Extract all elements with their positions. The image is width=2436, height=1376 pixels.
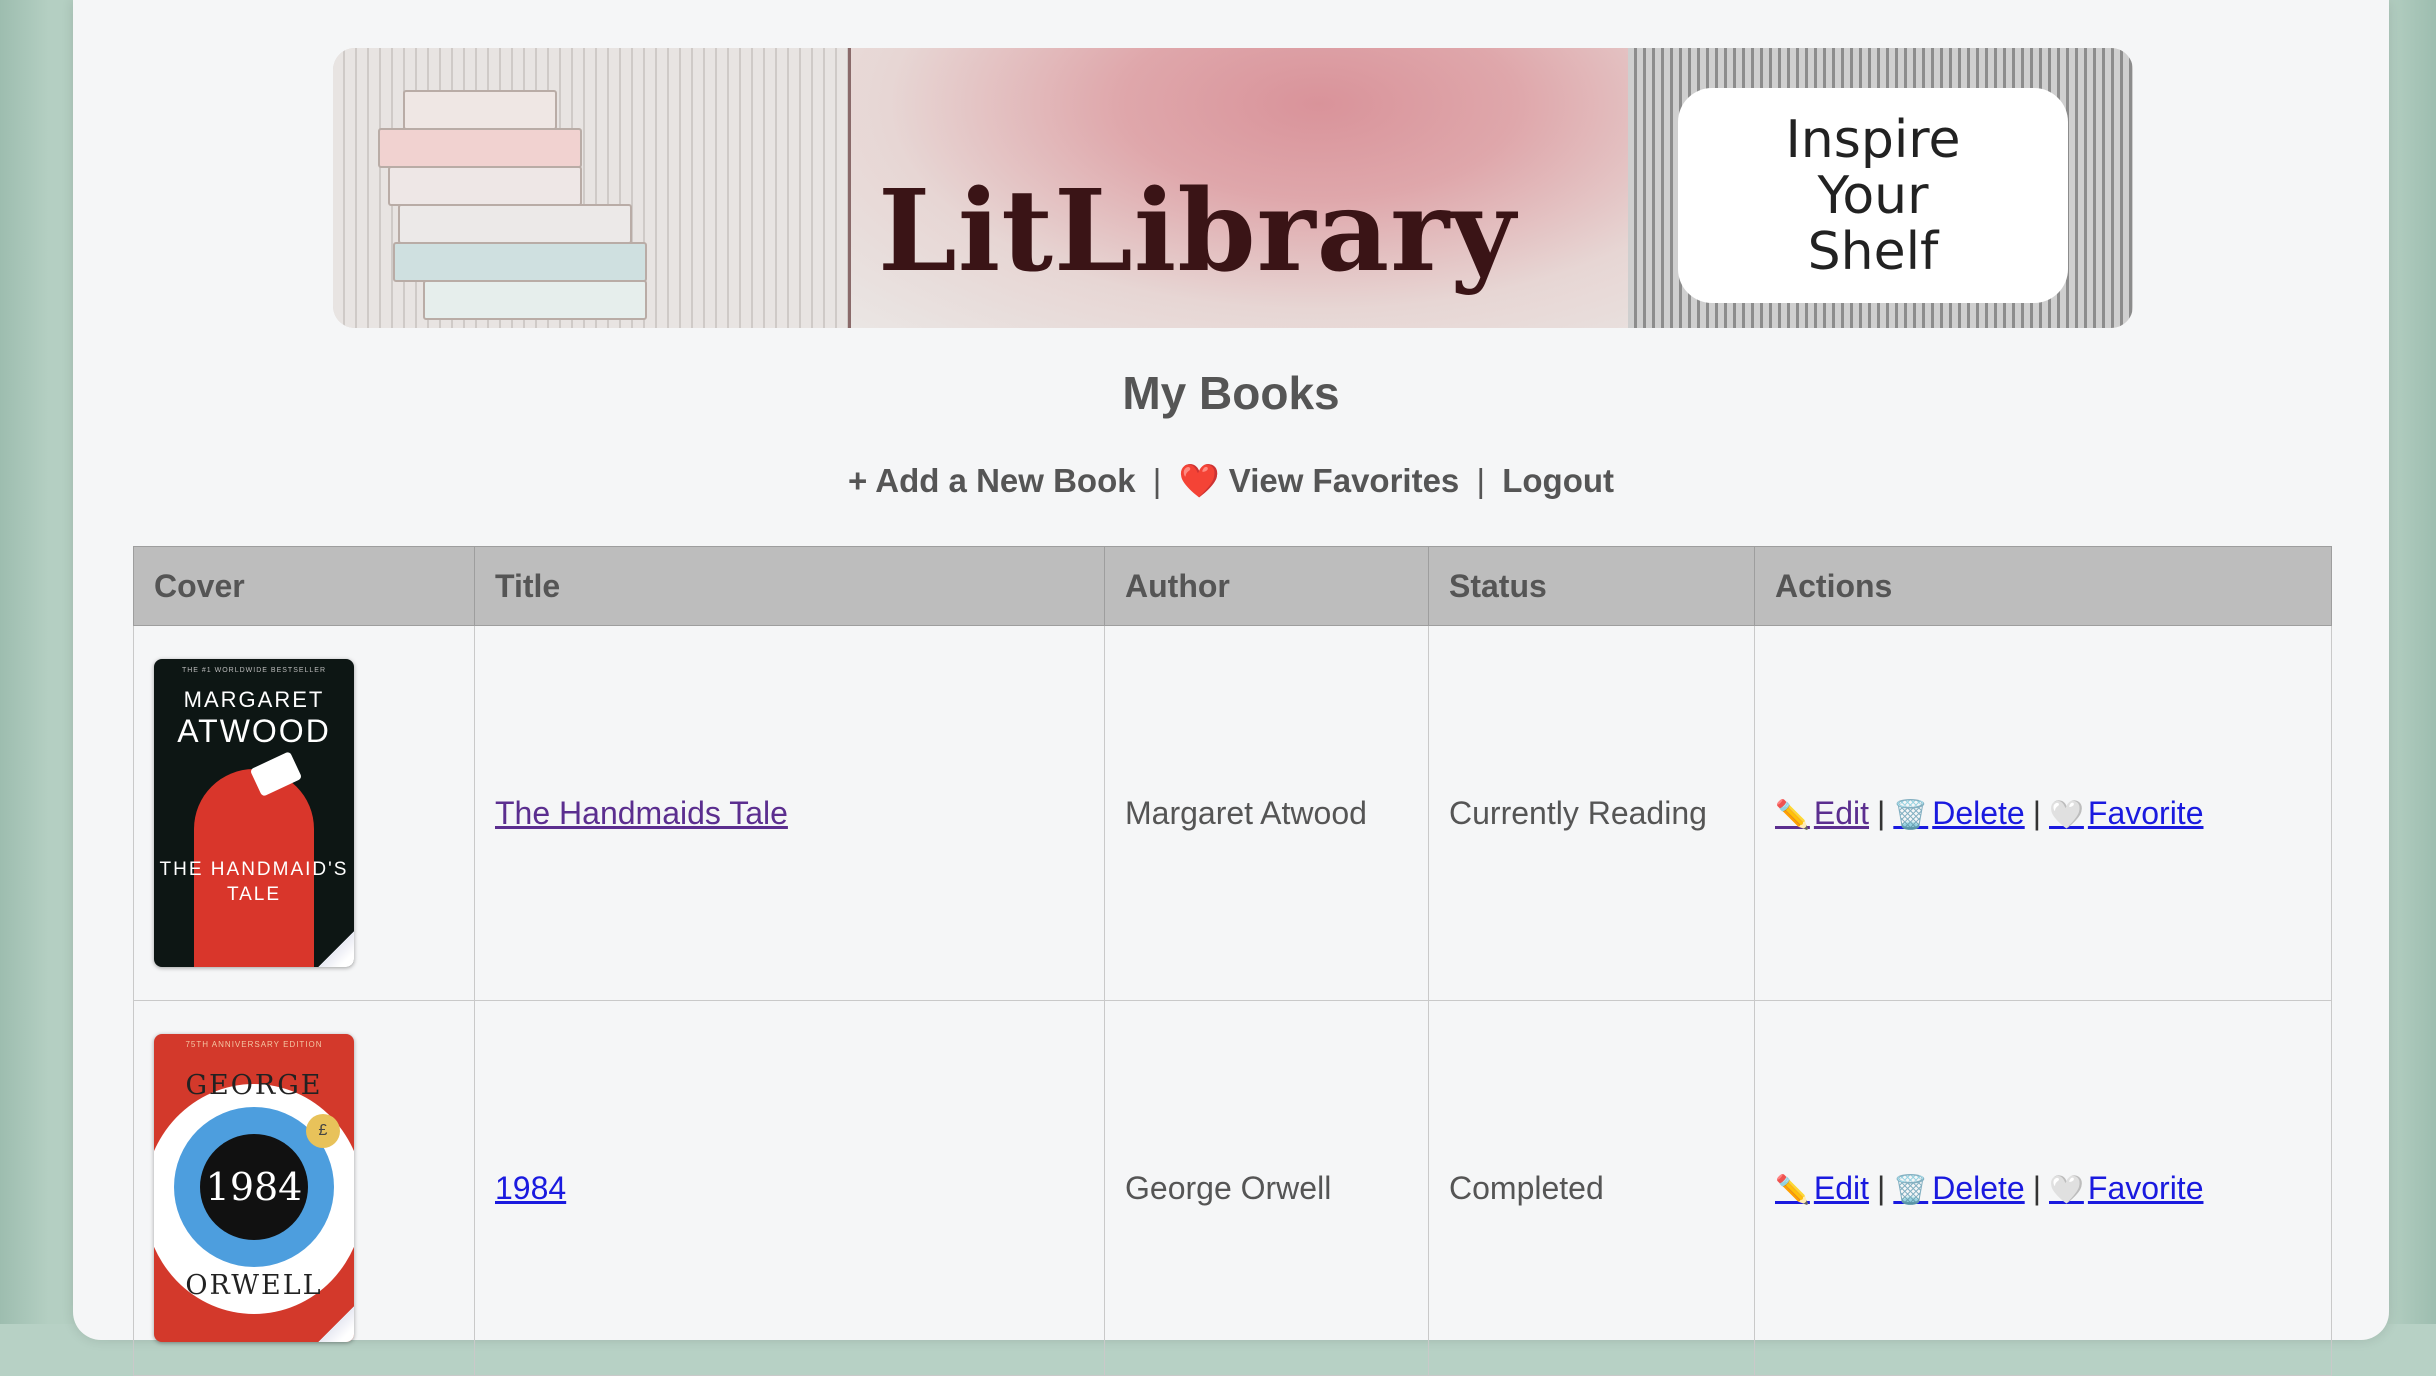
add-book-link[interactable]: + Add a New Book <box>848 462 1145 499</box>
add-book-label: Add a New Book <box>875 462 1136 499</box>
column-header-author: Author <box>1104 546 1429 626</box>
main-nav: + Add a New Book | ❤️ View Favorites | L… <box>73 462 2389 501</box>
white-heart-icon: 🤍 <box>2049 1173 2084 1205</box>
heart-icon: ❤️ <box>1178 462 1220 499</box>
pencil-icon: ✏️ <box>1775 798 1810 830</box>
cover-cell: 75TH ANNIVERSARY EDITION 1984 GEORGE ORW… <box>133 1000 475 1376</box>
books-table: Cover Title Author Status Actions THE #1… <box>133 546 2332 1376</box>
cover-book-title: THE HANDMAID'S TALE <box>159 859 349 905</box>
page-title: My Books <box>1122 367 1340 419</box>
edit-link[interactable]: ✏️ Edit <box>1775 795 1869 831</box>
cover-author-first: GEORGE <box>185 1070 323 1101</box>
tagline-box: Inspire Your Shelf <box>1678 88 2068 303</box>
cover-center-text: 1984 <box>200 1134 308 1240</box>
book-stack-illustration <box>363 90 663 320</box>
favorite-link[interactable]: 🤍 Favorite <box>2049 1170 2203 1206</box>
title-cell: 1984 <box>474 1000 1105 1376</box>
tagline-line: Inspire <box>1785 109 1961 170</box>
coin-badge-icon: £ <box>306 1114 340 1148</box>
book-cover-image: 75TH ANNIVERSARY EDITION 1984 GEORGE ORW… <box>154 1034 354 1342</box>
edit-link[interactable]: ✏️ Edit <box>1775 1170 1869 1206</box>
column-header-title: Title <box>474 546 1105 626</box>
book-title-link[interactable]: 1984 <box>495 1170 566 1206</box>
pencil-icon: ✏️ <box>1775 1173 1810 1205</box>
column-header-cover: Cover <box>133 546 475 626</box>
action-separator: | <box>1877 1169 1886 1206</box>
author-cell: George Orwell <box>1104 1000 1429 1376</box>
action-separator: | <box>2032 794 2042 831</box>
view-favorites-label: View Favorites <box>1228 462 1460 499</box>
cover-top-text: 75TH ANNIVERSARY EDITION <box>185 1040 323 1049</box>
action-separator: | <box>1877 794 1886 831</box>
page-curl-icon <box>318 1306 354 1342</box>
view-favorites-link[interactable]: ❤️ View Favorites <box>1179 462 1469 499</box>
table-header-row: Cover Title Author Status Actions <box>133 546 2332 626</box>
table-row: 75TH ANNIVERSARY EDITION 1984 GEORGE ORW… <box>133 1000 2332 1376</box>
cover-author-first: MARGARET <box>183 687 325 712</box>
cover-top-text: THE #1 WORLDWIDE BESTSELLER <box>181 667 327 674</box>
plus-icon: + <box>848 462 868 499</box>
table-row: THE #1 WORLDWIDE BESTSELLER MARGARET ATW… <box>133 625 2332 1001</box>
column-header-status: Status <box>1428 546 1755 626</box>
status-cell: Currently Reading <box>1428 625 1755 1001</box>
site-logo: LitLibrary <box>878 166 1517 297</box>
trash-icon: 🗑️ <box>1893 798 1929 830</box>
favorite-label: Favorite <box>2087 1169 2204 1206</box>
delete-link[interactable]: 🗑️ Delete <box>1893 795 2024 831</box>
nav-separator: | <box>1476 462 1486 499</box>
status-cell: Completed <box>1428 1000 1755 1376</box>
action-separator: | <box>2032 1169 2042 1206</box>
edit-label: Edit <box>1813 794 1870 831</box>
white-heart-icon: 🤍 <box>2049 798 2084 830</box>
logout-link[interactable]: Logout <box>1502 462 1614 499</box>
cover-author-last: ATWOOD <box>177 713 331 749</box>
site-banner: LitLibrary Inspire Your Shelf <box>333 48 2133 328</box>
content-card: LitLibrary Inspire Your Shelf My Books +… <box>73 0 2389 1376</box>
author-cell: Margaret Atwood <box>1104 625 1429 1001</box>
edit-label: Edit <box>1813 1169 1870 1206</box>
nav-separator: | <box>1152 462 1162 499</box>
delete-link[interactable]: 🗑️ Delete <box>1893 1170 2024 1206</box>
cover-cell: THE #1 WORLDWIDE BESTSELLER MARGARET ATW… <box>133 625 475 1001</box>
tagline-line: Your <box>1817 165 1929 226</box>
book-cover-image: THE #1 WORLDWIDE BESTSELLER MARGARET ATW… <box>154 659 354 967</box>
page-curl-icon <box>318 931 354 967</box>
tagline-line: Shelf <box>1807 221 1939 282</box>
delete-label: Delete <box>1932 794 2025 831</box>
favorite-label: Favorite <box>2087 794 2204 831</box>
cover-author-last: ORWELL <box>185 1270 323 1301</box>
column-header-actions: Actions <box>1754 546 2332 626</box>
actions-cell: ✏️ Edit | 🗑️ Delete | 🤍 Favorite <box>1754 1000 2332 1376</box>
delete-label: Delete <box>1932 1169 2025 1206</box>
book-title-link[interactable]: The Handmaids Tale <box>495 795 788 831</box>
actions-cell: ✏️ Edit | 🗑️ Delete | 🤍 Favorite <box>1754 625 2332 1001</box>
trash-icon: 🗑️ <box>1893 1173 1929 1205</box>
title-cell: The Handmaids Tale <box>474 625 1105 1001</box>
favorite-link[interactable]: 🤍 Favorite <box>2049 795 2203 831</box>
